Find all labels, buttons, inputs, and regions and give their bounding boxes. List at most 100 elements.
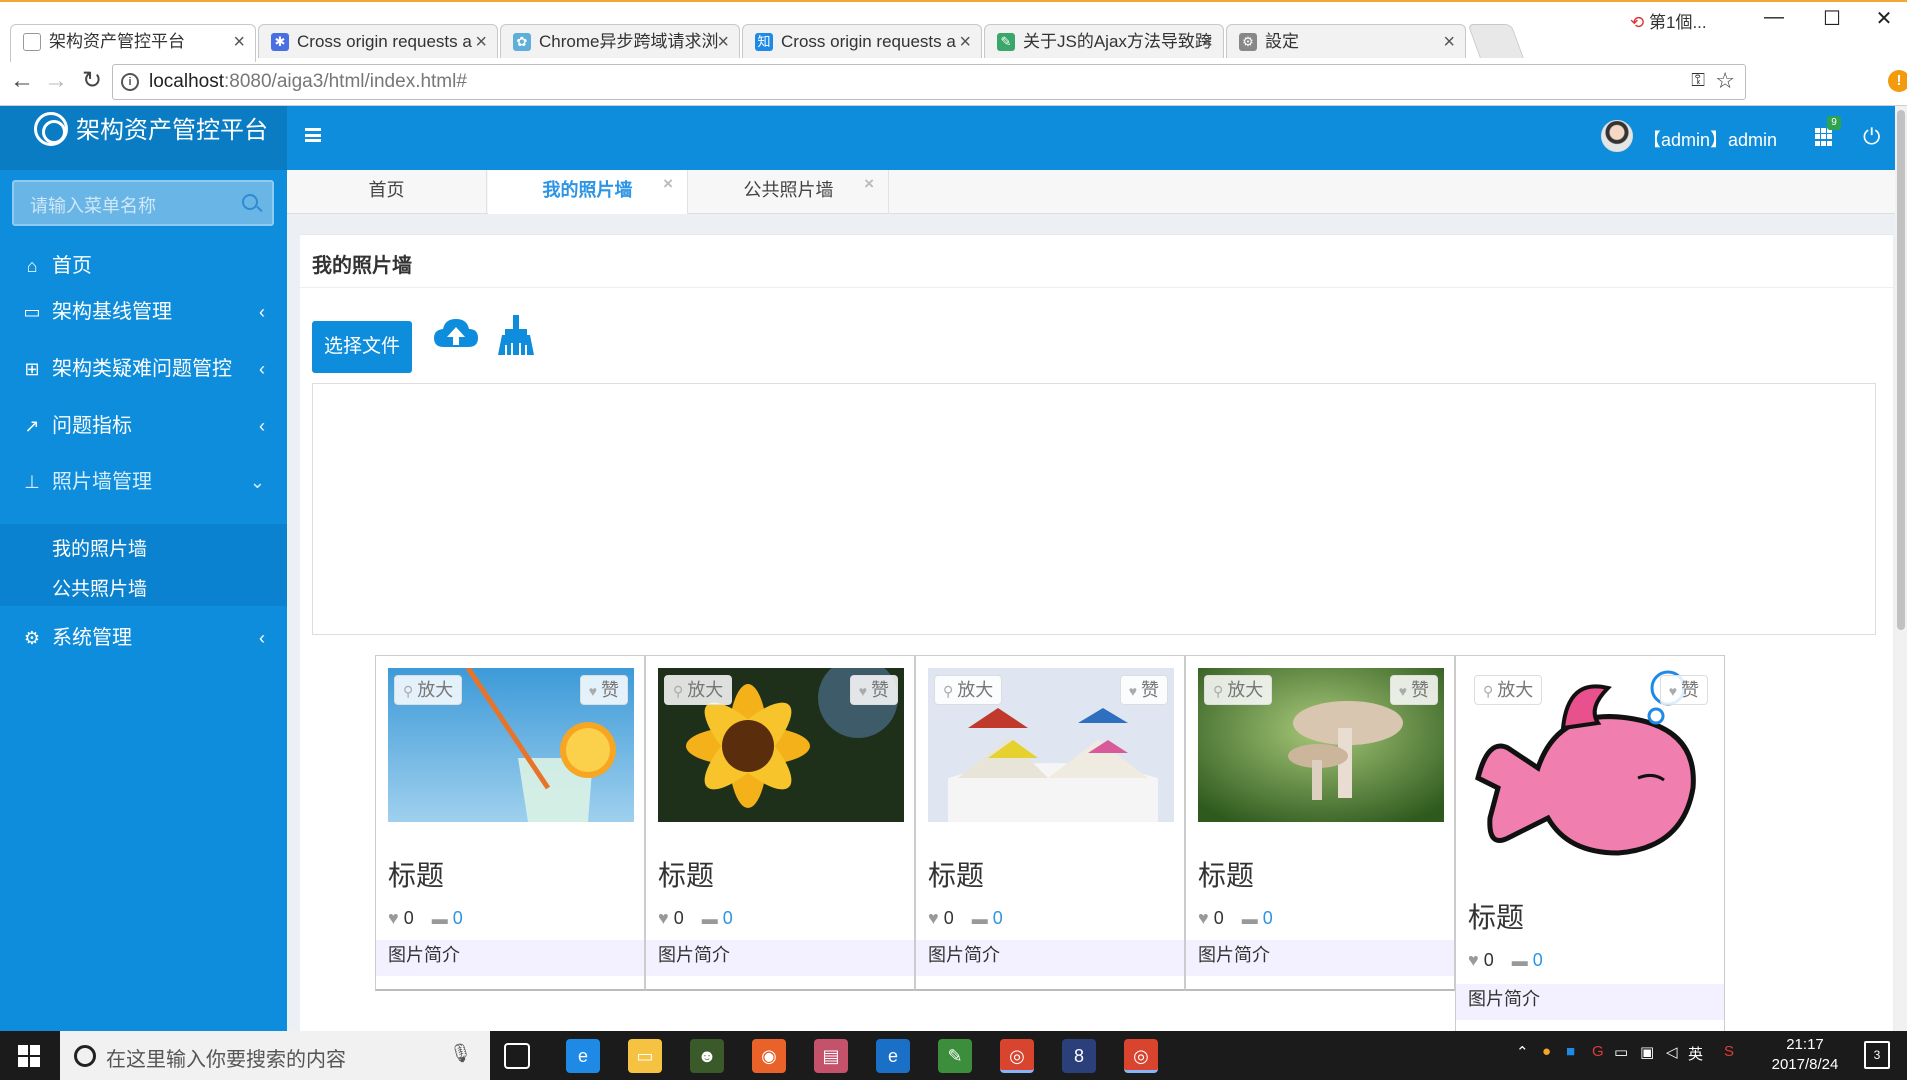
notepad-icon[interactable]: ✎ (938, 1039, 972, 1073)
like-button[interactable]: ♥ 赞 (1389, 675, 1438, 705)
zoom-button[interactable]: ⚲ 放大 (394, 675, 463, 705)
close-icon[interactable]: × (663, 164, 673, 204)
avatar[interactable] (1601, 120, 1633, 152)
file-explorer-icon[interactable]: ▭ (628, 1039, 662, 1073)
close-window-button[interactable]: ✕ (1854, 6, 1907, 31)
ime-indicator[interactable]: 英 (1688, 1043, 1703, 1064)
zoom-button[interactable]: ⚲ 放大 (1204, 675, 1273, 705)
current-user[interactable]: 【admin】admin (1643, 126, 1777, 152)
tab-home[interactable]: 首页 (287, 170, 487, 214)
microphone-icon[interactable]: 🎙 (449, 1043, 472, 1064)
close-icon[interactable]: × (475, 25, 487, 59)
photo-title: 标题 (928, 860, 985, 891)
zoom-button[interactable]: ⚲ 放大 (664, 675, 733, 705)
photo-thumbnail[interactable]: ⚲ 放大 ♥ 赞 (658, 668, 904, 822)
app-icon[interactable]: ☻ (690, 1039, 724, 1073)
new-tab-button[interactable] (1467, 24, 1525, 60)
close-icon[interactable]: × (1443, 25, 1455, 59)
sidebar-item-problems[interactable]: ⊞ 架构类疑难问题管控 ‹ (0, 341, 287, 397)
task-view-icon[interactable] (504, 1043, 530, 1069)
scrollbar-thumb[interactable] (1897, 110, 1905, 630)
network-icon[interactable]: ▣ (1640, 1043, 1654, 1061)
sidebar-item-system[interactable]: ⚙ 系统管理 ‹ (0, 610, 287, 666)
cortana-icon[interactable] (74, 1045, 96, 1067)
sidebar-item-baseline[interactable]: ▭ 架构基线管理 ‹ (0, 284, 287, 340)
sidebar-item-photowall[interactable]: ⊥ 照片墙管理 ⌄ (0, 454, 287, 510)
cloud-upload-icon[interactable] (432, 315, 480, 355)
chrome-icon[interactable]: ◎ (1000, 1039, 1034, 1073)
hamburger-menu-icon[interactable] (305, 128, 321, 142)
url-text[interactable]: localhost:8080/aiga3/html/index.html# (149, 71, 467, 93)
comment-count[interactable]: 0 (453, 908, 463, 928)
battery-icon[interactable]: ▭ (1614, 1043, 1628, 1061)
tray-app-icon[interactable]: ■ (1566, 1043, 1575, 1060)
close-icon[interactable]: × (959, 25, 971, 59)
volume-icon[interactable]: ◁ (1666, 1043, 1678, 1061)
browser-tab[interactable]: ⚙ 設定 × (1226, 24, 1466, 60)
tray-app-icon[interactable]: G (1592, 1043, 1604, 1060)
extension-label[interactable]: ⟲ 第1個... (1630, 8, 1707, 33)
tray-app-icon[interactable]: ● (1542, 1043, 1551, 1060)
menu-search-input[interactable]: 请输入菜单名称 (12, 180, 274, 226)
browser-tab[interactable]: 知 Cross origin requests a × (742, 24, 982, 60)
internet-explorer-icon[interactable]: e (566, 1039, 600, 1073)
close-icon[interactable]: × (1201, 25, 1213, 59)
notification-center-icon[interactable]: 3 (1864, 1041, 1890, 1069)
broom-clear-icon[interactable] (496, 313, 536, 359)
like-button[interactable]: ♥ 赞 (579, 675, 628, 705)
chrome-icon[interactable]: ◎ (1124, 1039, 1158, 1073)
forward-icon[interactable]: → (40, 66, 72, 98)
comment-count[interactable]: 0 (723, 908, 733, 928)
page-scrollbar[interactable] (1895, 106, 1907, 1031)
apps-grid-icon[interactable] (1815, 128, 1833, 146)
taskbar-clock[interactable]: 21:17 2017/8/24 (1760, 1035, 1850, 1075)
tab-public-photowall[interactable]: 公共照片墙 × (689, 170, 889, 214)
back-icon[interactable]: ← (6, 66, 38, 98)
address-bar[interactable]: i localhost:8080/aiga3/html/index.html# … (112, 64, 1746, 100)
sidebar-item-metrics[interactable]: ↗ 问题指标 ‹ (0, 398, 287, 454)
chevron-up-icon[interactable]: ⌃ (1516, 1043, 1529, 1061)
key-icon[interactable]: ⚿ (1691, 70, 1705, 91)
logo[interactable]: 架构资产管控平台 (0, 106, 287, 170)
photo-thumbnail[interactable]: ⚲ 放大 ♥ 赞 (388, 668, 634, 822)
browser-tab[interactable]: ✎ 关于JS的Ajax方法导致跨 × (984, 24, 1224, 60)
like-button[interactable]: ♥ 赞 (1119, 675, 1168, 705)
photo-description: 图片简介 (376, 940, 644, 976)
browser-tab[interactable]: ✱ Cross origin requests a × (258, 24, 498, 60)
choose-file-button[interactable]: 选择文件 (312, 321, 412, 373)
database-icon[interactable]: ▤ (814, 1039, 848, 1073)
sidebar-subitem-my-photowall[interactable]: 我的照片墙 (52, 534, 147, 561)
zoom-button[interactable]: ⚲ 放大 (934, 675, 1003, 705)
zoom-button[interactable]: ⚲ 放大 (1474, 675, 1543, 705)
sogou-icon[interactable]: S (1724, 1043, 1734, 1060)
comment-count[interactable]: 0 (1533, 950, 1543, 970)
browser-tab-active[interactable]: 架构资产管控平台 × (10, 24, 256, 62)
close-icon[interactable]: × (233, 25, 245, 59)
tab-my-photowall[interactable]: 我的照片墙 × (488, 170, 688, 214)
close-icon[interactable]: × (717, 25, 729, 59)
photo-thumbnail[interactable]: ⚲ 放大 ♥ 赞 (928, 668, 1174, 822)
comment-count[interactable]: 0 (993, 908, 1003, 928)
browser-tab[interactable]: ✿ Chrome异步跨域请求浏 × (500, 24, 740, 60)
power-icon[interactable]: ⏻ (1863, 124, 1880, 150)
photo-thumbnail[interactable]: ⚲ 放大 ♥ 赞 (1198, 668, 1444, 822)
reload-icon[interactable]: ↻ (76, 66, 108, 98)
maximize-button[interactable]: ☐ (1802, 6, 1862, 31)
upload-dropzone[interactable] (312, 383, 1876, 635)
firefox-icon[interactable]: ◉ (752, 1039, 786, 1073)
warning-extension-icon[interactable]: ! (1888, 70, 1907, 92)
edge-icon[interactable]: e (876, 1039, 910, 1073)
comment-count[interactable]: 0 (1263, 908, 1273, 928)
search-icon[interactable] (242, 194, 258, 210)
photo-thumbnail[interactable]: ⚲ 放大 ♥ 赞 (1468, 668, 1714, 868)
like-button[interactable]: ♥ 赞 (1659, 675, 1708, 705)
close-icon[interactable]: × (864, 164, 874, 204)
minimize-button[interactable]: — (1744, 6, 1804, 29)
info-icon[interactable]: i (121, 73, 139, 91)
taskbar-search-input[interactable]: 在这里输入你要搜索的内容 🎙 (60, 1031, 490, 1080)
sidebar-subitem-public-photowall[interactable]: 公共照片墙 (52, 574, 147, 601)
bookmark-star-icon[interactable]: ☆ (1715, 68, 1735, 94)
eclipse-icon[interactable]: 8 (1062, 1039, 1096, 1073)
like-button[interactable]: ♥ 赞 (849, 675, 898, 705)
windows-start-icon[interactable] (18, 1045, 40, 1067)
